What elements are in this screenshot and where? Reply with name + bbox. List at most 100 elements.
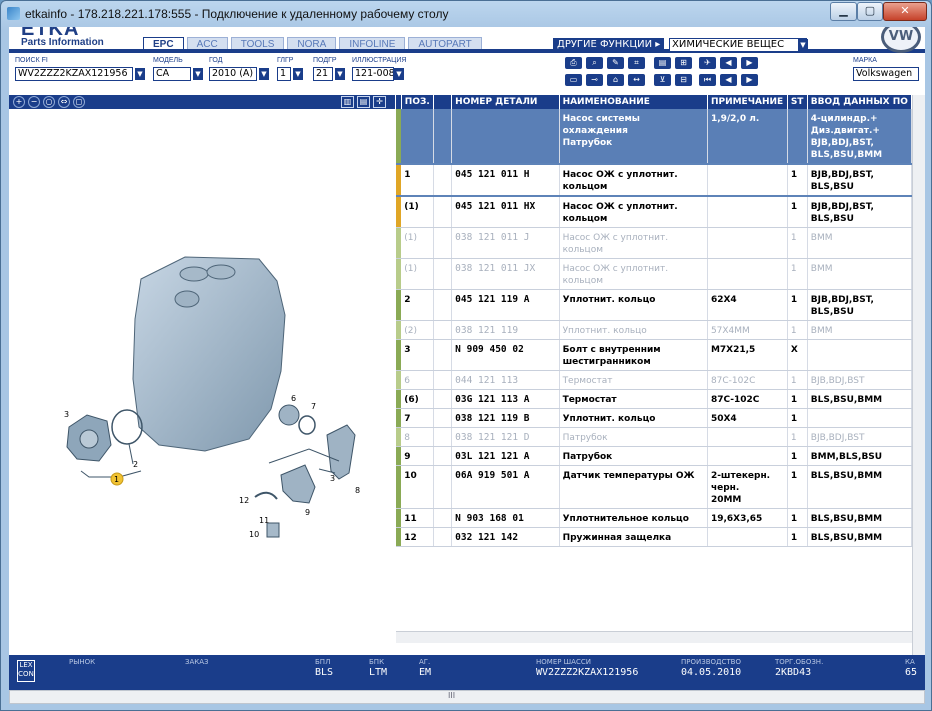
sub-group-select[interactable]: 21 — [313, 67, 333, 81]
prev-icon[interactable]: ◀ — [720, 74, 737, 86]
split-view-icon[interactable]: ▥ — [341, 96, 354, 108]
table-row[interactable]: (6) 03G 121 113 A Термостат 87C-102C 1 BLS,BS… — [396, 389, 912, 409]
bpk-value: LTM — [369, 667, 388, 678]
cell-note — [707, 258, 788, 290]
column-header[interactable]: ВВОД ДАННЫХ ПО — [807, 95, 912, 109]
other-functions-label[interactable]: ДРУГИЕ ФУНКЦИИ ▸ — [553, 38, 665, 52]
chevron-down-icon[interactable]: ▼ — [135, 68, 145, 80]
table-row[interactable]: 1 045 121 011 H Насос ОЖ с уплотнит. кольц… — [396, 163, 912, 197]
close-button[interactable]: ✕ — [883, 2, 927, 21]
table-row[interactable]: 2 045 121 119 A Уплотнит. кольцо 62X4 1 BJB,B… — [396, 289, 912, 321]
chevron-down-icon[interactable]: ▼ — [335, 68, 345, 80]
lexcom-button[interactable]: LEX CON — [17, 660, 35, 682]
arrows-icon[interactable]: ↔ — [628, 74, 645, 86]
catalog-icon[interactable]: ▤ — [654, 57, 671, 69]
print-icon[interactable]: ⎙ — [565, 57, 582, 69]
tool-icon[interactable]: ✎ — [607, 57, 624, 69]
chassis-label: НОМЕР ШАССИ — [536, 658, 591, 666]
filter-icon[interactable]: ⊻ — [654, 74, 671, 86]
table-row[interactable]: 11 N 903 168 01 Уплотнительное кольцо 19,6X… — [396, 508, 912, 528]
zoom-in-icon[interactable]: + — [13, 96, 25, 108]
chevron-down-icon[interactable]: ▼ — [293, 68, 303, 80]
illustration-label: ИЛЛЮСТРАЦИЯ — [352, 57, 407, 64]
basket-icon[interactable]: ⊟ — [675, 74, 692, 86]
zoom-window-icon[interactable]: ◻ — [73, 96, 85, 108]
pin-icon[interactable]: ✈ — [699, 57, 716, 69]
main-group-select[interactable]: 1 — [277, 67, 291, 81]
illustration-select[interactable]: 121-008 — [352, 67, 394, 81]
title-bar: etkainfo - 178.218.221.178:555 - Подключ… — [1, 1, 931, 27]
cell-pn: 03G 121 113 A — [451, 389, 560, 409]
cart-icon[interactable]: ⊞ — [675, 57, 692, 69]
cell-data: BLS,BSU,BMM — [807, 389, 912, 409]
cell-pos: 7 — [401, 408, 434, 428]
column-header[interactable]: ПОЗ. — [401, 95, 434, 109]
zoom-fit-icon[interactable]: ○ — [43, 96, 55, 108]
column-header[interactable]: НОМЕР ДЕТАЛИ — [451, 95, 560, 109]
column-header[interactable]: ПРИМЕЧАНИЕ — [707, 95, 788, 109]
zoom-reset-icon[interactable]: ⇔ — [58, 96, 70, 108]
model-select[interactable]: CA — [153, 67, 191, 81]
maximize-button[interactable]: ▢ — [857, 2, 883, 21]
car-icon[interactable]: ⌂ — [607, 74, 624, 86]
cell-pos — [401, 109, 434, 165]
list-icon[interactable]: ▭ — [565, 74, 582, 86]
cell-pos: (1) — [401, 227, 434, 259]
chevron-down-icon[interactable]: ▼ — [193, 68, 203, 80]
key-icon[interactable]: ⊸ — [586, 74, 603, 86]
chevron-down-icon[interactable]: ▼ — [798, 39, 808, 51]
minimize-button[interactable]: ▁ — [830, 2, 857, 21]
window-horizontal-scrollbar[interactable]: III — [9, 690, 925, 704]
forward-icon[interactable]: ▶ — [741, 57, 758, 69]
cell-data: BMM — [807, 320, 912, 340]
chassis-value: WV2ZZZ2KZAX121956 — [536, 667, 639, 678]
cell-pn: 038 121 011 J — [451, 227, 560, 259]
table-row[interactable]: 7 038 121 119 B Уплотнит. кольцо 50X4 1 — [396, 408, 912, 428]
cell-pn: 045 121 011 H — [451, 163, 560, 197]
cell-st: 1 — [787, 527, 808, 547]
back-icon[interactable]: ◀ — [720, 57, 737, 69]
cell-note: 57X4MM — [707, 320, 788, 340]
table-row[interactable]: Насос системы охлаждения Патрубок 1,9/2,0… — [396, 109, 912, 165]
table-row[interactable]: 3 N 909 450 02 Болт с внутренним шестигран… — [396, 339, 912, 371]
table-row[interactable]: (2) 038 121 119 Уплотнит. кольцо 57X4MM 1 BMM — [396, 320, 912, 340]
cell-pos: 1 — [401, 163, 434, 197]
table-row[interactable]: 12 032 121 142 Пружинная защелка 1 BLS,BSU,B… — [396, 527, 912, 547]
tag-icon[interactable]: ⌗ — [628, 57, 645, 69]
cell-st: 1 — [787, 163, 808, 197]
table-row[interactable]: (1) 038 121 011 JX Насос ОЖ с уплотнит. ко… — [396, 258, 912, 290]
next-icon[interactable]: ▶ — [741, 74, 758, 86]
parts-illustration[interactable]: 1 2 3 3 6 7 8 9 10 11 12 — [9, 109, 395, 655]
leader-line — [80, 470, 142, 478]
search-icon[interactable]: ⌕ — [586, 57, 603, 69]
layout-icon[interactable]: ▤ — [357, 96, 370, 108]
zoom-out-icon[interactable]: − — [28, 96, 40, 108]
vertical-scrollbar[interactable] — [912, 95, 925, 655]
chevron-down-icon[interactable]: ▼ — [259, 68, 269, 80]
year-select[interactable]: 2010 (A) — [209, 67, 257, 81]
column-header[interactable]: ST — [787, 95, 808, 109]
expand-icon[interactable]: ✛ — [373, 96, 386, 108]
flag-cell — [433, 389, 453, 409]
cell-note: 87C-102C — [707, 370, 788, 390]
table-row[interactable]: 9 03L 121 121 A Патрубок 1 BMM,BLS,BSU — [396, 446, 912, 466]
cell-note — [707, 427, 788, 447]
column-header[interactable]: НАИМЕНОВАНИЕ — [559, 95, 708, 109]
cell-data: BJB,BDJ,BST, BLS,BSU — [807, 196, 912, 228]
cell-data: BLS,BSU,BMM — [807, 508, 912, 528]
chevron-down-icon[interactable]: ▼ — [394, 68, 404, 80]
table-row[interactable]: (1) 045 121 011 HX Насос ОЖ с уплотнит. ко… — [396, 196, 912, 228]
cell-pn: N 903 168 01 — [451, 508, 560, 528]
vin-input[interactable]: WV2ZZZ2KZAX121956 — [15, 67, 133, 81]
other-functions-select[interactable]: ХИМИЧЕСКИЕ ВЕЩЕС — [669, 38, 807, 52]
callout-label: 3 — [64, 410, 69, 419]
column-header[interactable] — [433, 95, 453, 109]
table-row[interactable]: (1) 038 121 011 J Насос ОЖ с уплотнит. кол… — [396, 227, 912, 259]
table-row[interactable]: 10 06A 919 501 A Датчик температуры ОЖ 2-шт… — [396, 465, 912, 509]
first-icon[interactable]: ⏮ — [699, 74, 716, 86]
table-row[interactable]: 8 038 121 121 D Патрубок 1 BJB,BDJ,BST — [396, 427, 912, 447]
flag-cell — [433, 465, 453, 509]
horizontal-scrollbar[interactable] — [396, 631, 912, 643]
table-row[interactable]: 6 044 121 113 Термостат 87C-102C 1 BJB,BDJ,BS… — [396, 370, 912, 390]
brand-field[interactable]: Volkswagen — [853, 67, 919, 81]
